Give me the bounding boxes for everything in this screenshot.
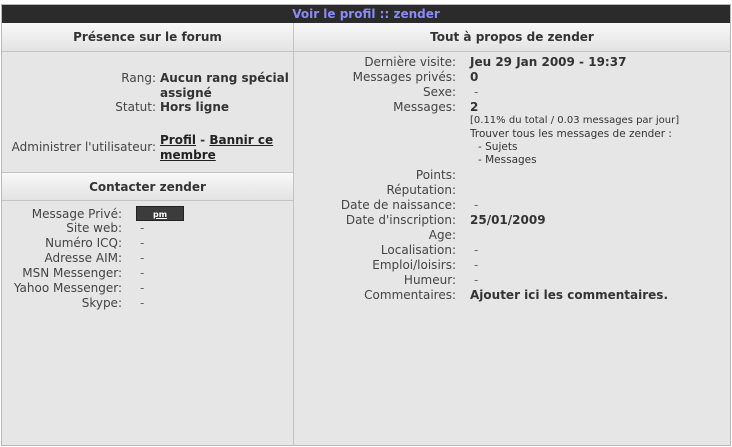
admin-links: Profil - Bannir ce membre — [160, 133, 290, 163]
contact-label: Skype: — [81, 296, 122, 310]
contact-value: - — [140, 296, 145, 310]
contact-label: Site web: — [66, 221, 122, 235]
private-message-button[interactable]: pm — [136, 206, 184, 221]
status-label: Statut: — [115, 100, 156, 114]
find-messages-label: Trouver tous les messages de zender : — [470, 128, 672, 140]
joined-value: 25/01/2009 — [470, 213, 546, 227]
page-title: Voir le profil :: zender — [2, 5, 730, 23]
right-column: Tout à propos de zender Dernière visite:… — [294, 23, 730, 446]
contact-value: - — [140, 281, 145, 295]
contact-label: Message Privé: — [31, 207, 122, 221]
contact-value: - — [140, 251, 145, 265]
private-messages-value: 0 — [470, 70, 479, 84]
joined-label: Date d'inscription: — [345, 213, 456, 227]
private-messages-label: Messages privés: — [352, 70, 456, 84]
points-label: Points: — [415, 168, 456, 182]
contact-label: Yahoo Messenger: — [13, 281, 122, 295]
left-column: Présence sur le forum Rang: Aucun rang s… — [2, 23, 294, 446]
profile-panel: Voir le profil :: zender Présence sur le… — [1, 4, 731, 446]
presence-header: Présence sur le forum — [2, 23, 293, 52]
contact-value: - — [140, 236, 145, 250]
admin-profile-link[interactable]: Profil — [160, 133, 196, 147]
title-prefix: Voir le profil — [292, 7, 376, 21]
posts-value: 2 — [470, 100, 479, 114]
location-label: Localisation: — [380, 243, 456, 257]
occupation-value: - — [474, 258, 479, 272]
admin-label: Administrer l'utilisateur: — [11, 140, 156, 154]
contact-value: - — [140, 221, 145, 235]
title-separator: :: — [379, 7, 390, 21]
rank-value: Aucun rang spécial assigné — [160, 71, 289, 100]
birthdate-value: - — [474, 198, 479, 212]
last-visit-label: Dernière visite: — [364, 55, 456, 69]
contact-header: Contacter zender — [2, 172, 293, 201]
about-header: Tout à propos de zender — [294, 23, 730, 52]
posts-stats: [0.11% du total / 0.03 messages par jour… — [470, 115, 680, 126]
birthdate-label: Date de naissance: — [340, 198, 456, 212]
contact-value: - — [140, 266, 145, 280]
admin-link-separator: - — [200, 133, 206, 147]
contact-label: Adresse AIM: — [44, 251, 122, 265]
reputation-label: Réputation: — [386, 183, 457, 197]
title-username: zender — [393, 7, 440, 21]
comments-value: Ajouter ici les commentaires. — [470, 288, 668, 302]
sex-value: - — [474, 85, 479, 99]
occupation-label: Emploi/loisirs: — [372, 258, 456, 272]
contact-label: Numéro ICQ: — [45, 236, 122, 250]
age-label: Age: — [428, 228, 456, 242]
find-posts-link[interactable]: - Messages — [478, 154, 537, 166]
comments-label: Commentaires: — [364, 288, 456, 302]
rank-label: Rang: — [121, 71, 156, 85]
location-value: - — [474, 243, 479, 257]
posts-label: Messages: — [393, 100, 456, 114]
status-value: Hors ligne — [160, 100, 230, 114]
mood-value: - — [474, 273, 479, 287]
find-topics-link[interactable]: - Sujets — [478, 141, 517, 153]
sex-label: Sexe: — [423, 85, 456, 99]
last-visit-value: Jeu 29 Jan 2009 - 19:37 — [470, 55, 627, 69]
contact-label: MSN Messenger: — [22, 266, 122, 280]
mood-label: Humeur: — [403, 273, 456, 287]
